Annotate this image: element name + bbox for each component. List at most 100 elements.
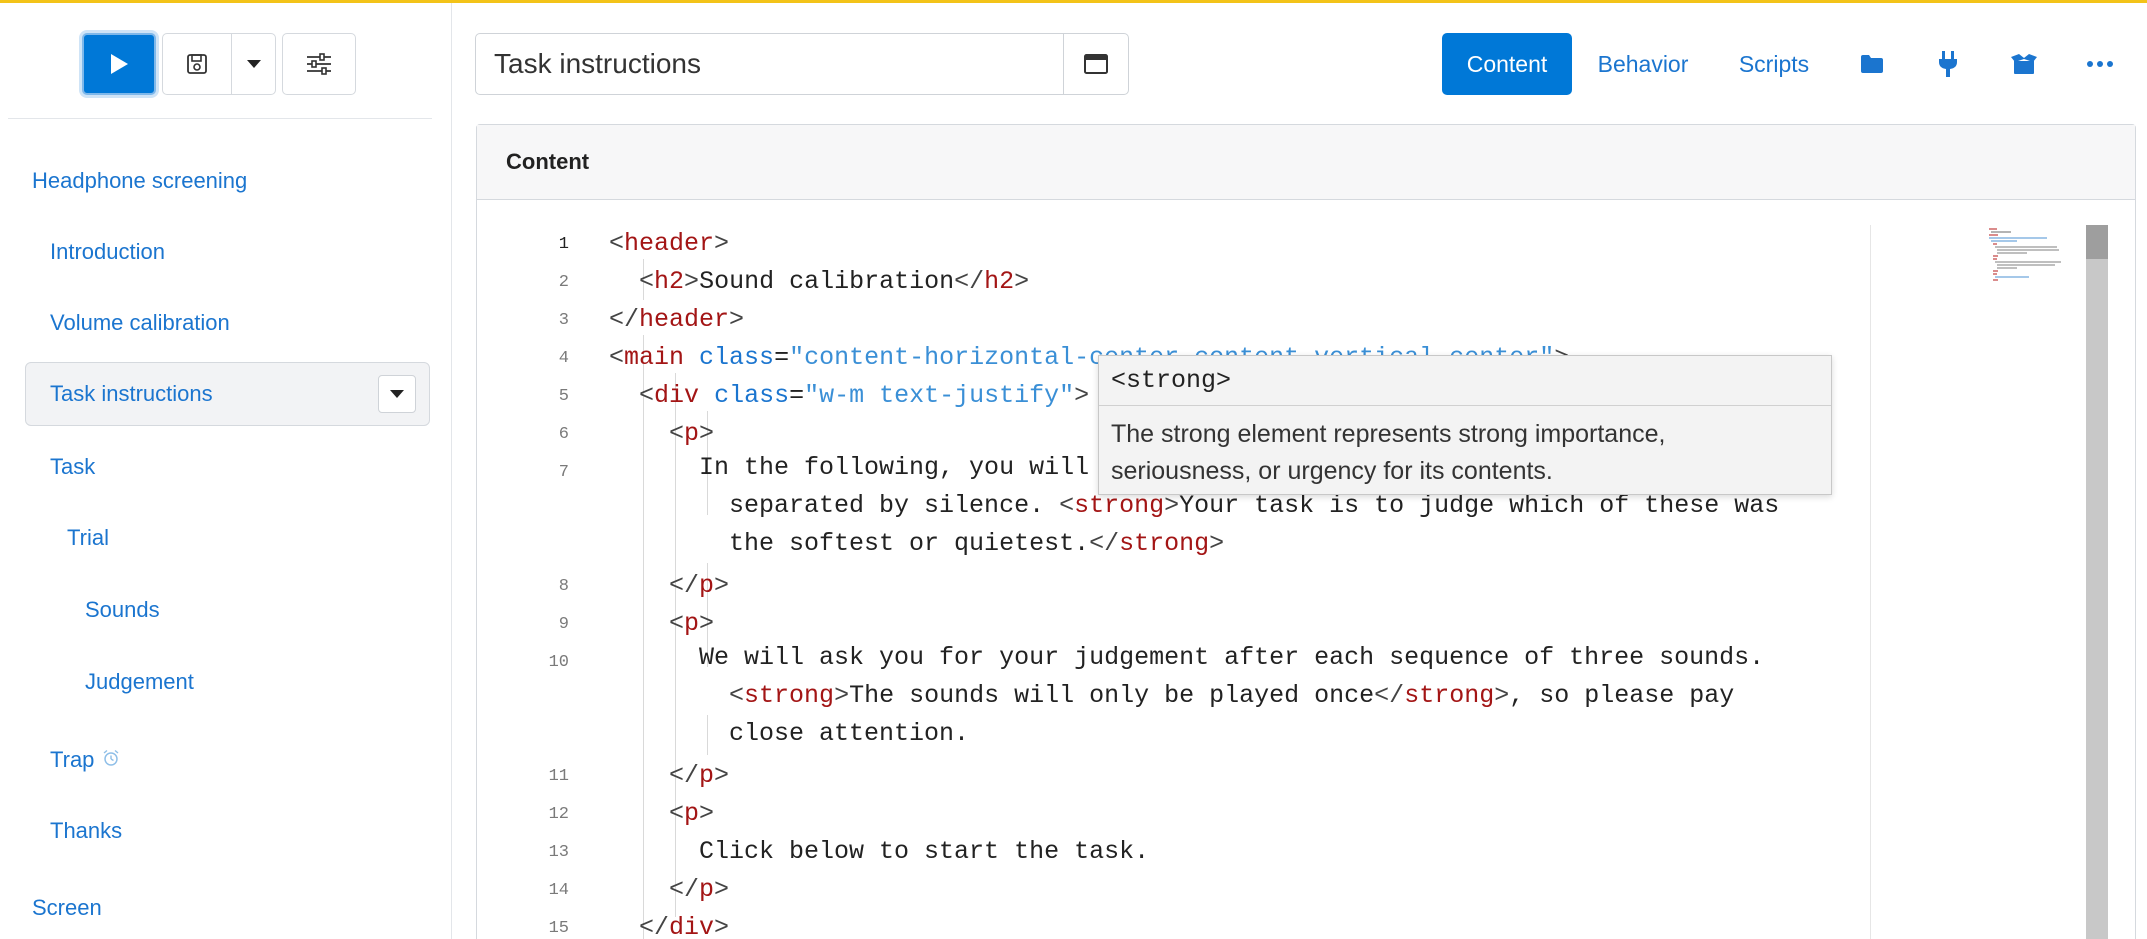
hover-tooltip: <strong> The strong element represents s… [1098, 355, 1832, 495]
tree-item-label: Screen [32, 895, 102, 920]
tooltip-description: The strong element represents strong imp… [1099, 406, 1831, 500]
code-line: 10 We will ask you for your judgement af… [477, 643, 1872, 757]
caret-down-icon [390, 390, 404, 398]
item-menu-button[interactable] [378, 375, 416, 413]
code-text: Click below to start the task. [609, 837, 1150, 866]
window-toggle-button[interactable] [1064, 34, 1128, 94]
line-number: 2 [558, 273, 569, 292]
line-number: 7 [558, 463, 569, 482]
code-text: </div> [639, 913, 730, 939]
tree-item-label: Judgement [85, 669, 194, 694]
run-button[interactable] [82, 33, 156, 95]
tree-item-trap[interactable]: Trap [0, 740, 120, 780]
tree-item-thanks[interactable]: Thanks [0, 811, 122, 851]
line-number: 14 [548, 881, 569, 900]
component-title-input[interactable] [476, 34, 1064, 94]
tree-item-introduction[interactable]: Introduction [0, 232, 165, 272]
tree-item-label: Task [50, 454, 96, 479]
code-text: <div class="w-m text-justify"> [639, 381, 1090, 410]
code-line: 9 <p> [477, 605, 1872, 643]
code-text: </p> [669, 761, 730, 790]
package-icon [2011, 54, 2037, 74]
tree-item-label: Task instructions [50, 381, 213, 406]
code-text: <p> [669, 419, 715, 448]
save-icon [187, 54, 207, 74]
line-number: 9 [558, 615, 569, 634]
save-button[interactable] [162, 33, 232, 95]
more-icon [2087, 61, 2113, 67]
save-menu-button[interactable] [232, 33, 276, 95]
tooltip-tag: <strong> [1099, 356, 1831, 406]
code-line: 12 <p> [477, 795, 1872, 833]
line-number: 5 [558, 387, 569, 406]
line-number: 6 [558, 425, 569, 444]
line-number: 1 [558, 235, 569, 254]
line-number: 13 [548, 843, 569, 862]
code-editor[interactable]: 1 <header> 2 <h2>Sound calibration</h2> … [477, 225, 1872, 939]
tree-item-label: Trial [67, 525, 109, 550]
folder-icon [1861, 55, 1883, 73]
top-accent-line [0, 0, 2147, 3]
code-text: </p> [669, 875, 730, 904]
tooltip-description-line: The strong element represents strong imp… [1111, 420, 1666, 448]
tree-item-label: Trap [50, 747, 95, 772]
sidebar: Headphone screening Introduction Volume … [0, 0, 452, 939]
tree-item-headphone-screening[interactable]: Headphone screening [0, 161, 247, 201]
tree-item-trial[interactable]: Trial [0, 518, 109, 558]
caret-down-icon [246, 60, 261, 68]
tab-more[interactable] [2062, 33, 2138, 95]
line-number: 10 [548, 653, 569, 672]
tree-item-judgement[interactable]: Judgement [0, 662, 194, 702]
tab-scripts[interactable]: Scripts [1714, 33, 1834, 95]
tree-item-screen[interactable]: Screen [0, 888, 102, 928]
tooltip-description-line: seriousness, or urgency for its contents… [1111, 457, 1553, 485]
code-text: <h2>Sound calibration</h2> [639, 267, 1030, 296]
tree-item-task-instructions[interactable]: Task instructions [25, 362, 430, 426]
tab-files[interactable] [1834, 33, 1910, 95]
sliders-icon [307, 53, 331, 75]
tree-item-label: Sounds [85, 597, 160, 622]
line-number: 4 [558, 349, 569, 368]
editor-tabs: Content Behavior Scripts [1442, 33, 2138, 95]
line-number: 11 [548, 767, 569, 786]
code-text: <header> [609, 229, 730, 258]
code-text: We will ask you for your judgement after… [699, 643, 1765, 748]
line-number: 3 [558, 311, 569, 330]
code-line: 8 </p> [477, 567, 1872, 605]
sidebar-toolbar [82, 33, 356, 95]
code-line: 15 </div> [477, 909, 1872, 939]
panel-heading: Content [477, 125, 2135, 200]
alarm-clock-icon [102, 747, 120, 773]
code-text: <p> [669, 799, 715, 828]
code-text: <p> [669, 609, 715, 638]
editor-scrollbar[interactable] [2086, 225, 2108, 939]
code-line: 1 <header> [477, 225, 1872, 263]
options-button[interactable] [282, 33, 356, 95]
line-number: 15 [548, 919, 569, 938]
tree-item-label: Thanks [50, 818, 123, 843]
save-button-group [162, 33, 276, 95]
editor-ruler [1870, 225, 1871, 939]
tab-export[interactable] [1986, 33, 2062, 95]
code-minimap[interactable] [1987, 225, 2097, 285]
tab-content[interactable]: Content [1442, 33, 1572, 95]
line-number: 8 [558, 577, 569, 596]
code-line: 3 </header> [477, 301, 1872, 339]
tab-plugins[interactable] [1910, 33, 1986, 95]
code-text: </p> [669, 571, 730, 600]
tree-item-label: Headphone screening [32, 168, 248, 193]
scrollbar-thumb[interactable] [2086, 225, 2108, 259]
plug-icon [1939, 51, 1957, 77]
tree-item-volume-calibration[interactable]: Volume calibration [0, 303, 230, 343]
tree-item-task[interactable]: Task [0, 447, 95, 487]
content-panel: Content 1 <header> 2 <h2>Sound calibrati… [476, 124, 2136, 939]
tree-item-sounds[interactable]: Sounds [0, 590, 160, 630]
code-line: 2 <h2>Sound calibration</h2> [477, 263, 1872, 301]
line-number: 12 [548, 805, 569, 824]
tree-item-label: Introduction [50, 239, 165, 264]
code-line: 11 </p> [477, 757, 1872, 795]
play-icon [111, 54, 128, 74]
code-line: 13 Click below to start the task. [477, 833, 1872, 871]
tab-behavior[interactable]: Behavior [1572, 33, 1714, 95]
code-line: 14 </p> [477, 871, 1872, 909]
